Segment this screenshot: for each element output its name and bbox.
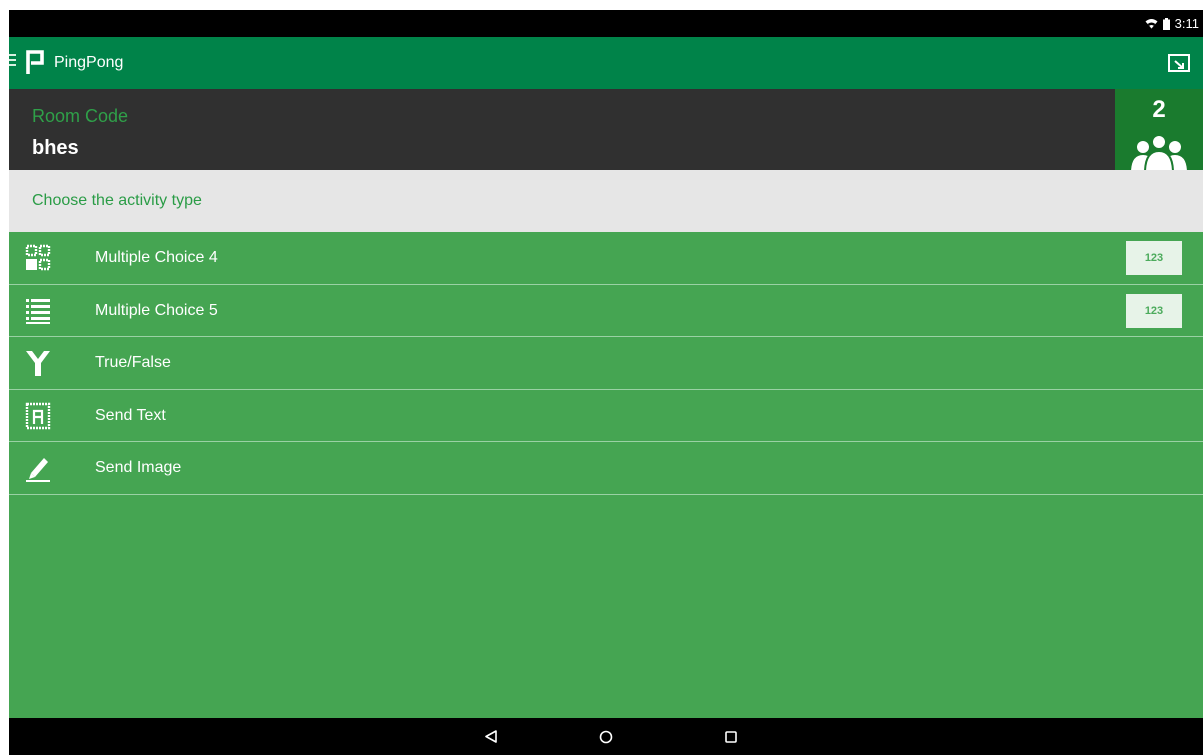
room-code-value: bhes xyxy=(32,137,79,159)
wifi-icon xyxy=(1145,18,1158,29)
home-icon[interactable] xyxy=(582,718,630,755)
grid-icon xyxy=(25,244,51,271)
activity-type-prompt: Choose the activity type xyxy=(9,170,1203,232)
room-code-label: Room Code xyxy=(32,106,129,126)
cast-icon[interactable] xyxy=(1168,53,1190,73)
letter-a-icon xyxy=(25,402,51,429)
fork-icon xyxy=(26,351,50,376)
activity-send-image[interactable]: Send Image xyxy=(9,442,1203,495)
app-screen: 3:11 PingPong Room Code bhes 2 Choose th… xyxy=(9,10,1203,755)
activity-list: Multiple Choice 4 123 Multiple Choice 5 … xyxy=(9,232,1203,495)
app-bar: PingPong xyxy=(9,37,1203,89)
activity-label: Multiple Choice 4 xyxy=(95,249,218,266)
participants-counter[interactable]: 2 xyxy=(1115,89,1203,170)
activity-true-false[interactable]: True/False xyxy=(9,337,1203,390)
activity-label: Send Image xyxy=(95,459,182,476)
recents-icon[interactable] xyxy=(707,718,755,755)
battery-icon xyxy=(1162,17,1170,30)
prompt-text: Choose the activity type xyxy=(32,192,202,209)
app-title: PingPong xyxy=(54,54,124,71)
back-icon[interactable] xyxy=(467,718,515,755)
activity-label: Multiple Choice 5 xyxy=(95,301,218,319)
activity-label: Send Text xyxy=(95,406,166,424)
menu-icon[interactable] xyxy=(9,54,16,68)
activity-badge[interactable]: 123 xyxy=(1126,241,1182,275)
status-indicators: 3:11 xyxy=(1145,10,1199,37)
activity-label: True/False xyxy=(95,354,171,371)
pencil-icon xyxy=(26,458,50,482)
activity-multiple-choice-5[interactable]: Multiple Choice 5 123 xyxy=(9,285,1203,337)
status-time: 3:11 xyxy=(1174,16,1199,31)
activity-badge[interactable]: 123 xyxy=(1126,293,1182,328)
room-header: Room Code bhes 2 xyxy=(9,89,1203,170)
list-icon xyxy=(26,298,50,324)
activity-send-text[interactable]: Send Text xyxy=(9,390,1203,442)
participant-count: 2 xyxy=(1152,96,1166,123)
status-bar: 3:11 xyxy=(9,10,1203,37)
people-icon xyxy=(1131,134,1187,170)
navigation-bar xyxy=(9,718,1203,755)
activity-multiple-choice-4[interactable]: Multiple Choice 4 123 xyxy=(9,232,1203,285)
pingpong-logo-icon[interactable] xyxy=(26,49,44,75)
